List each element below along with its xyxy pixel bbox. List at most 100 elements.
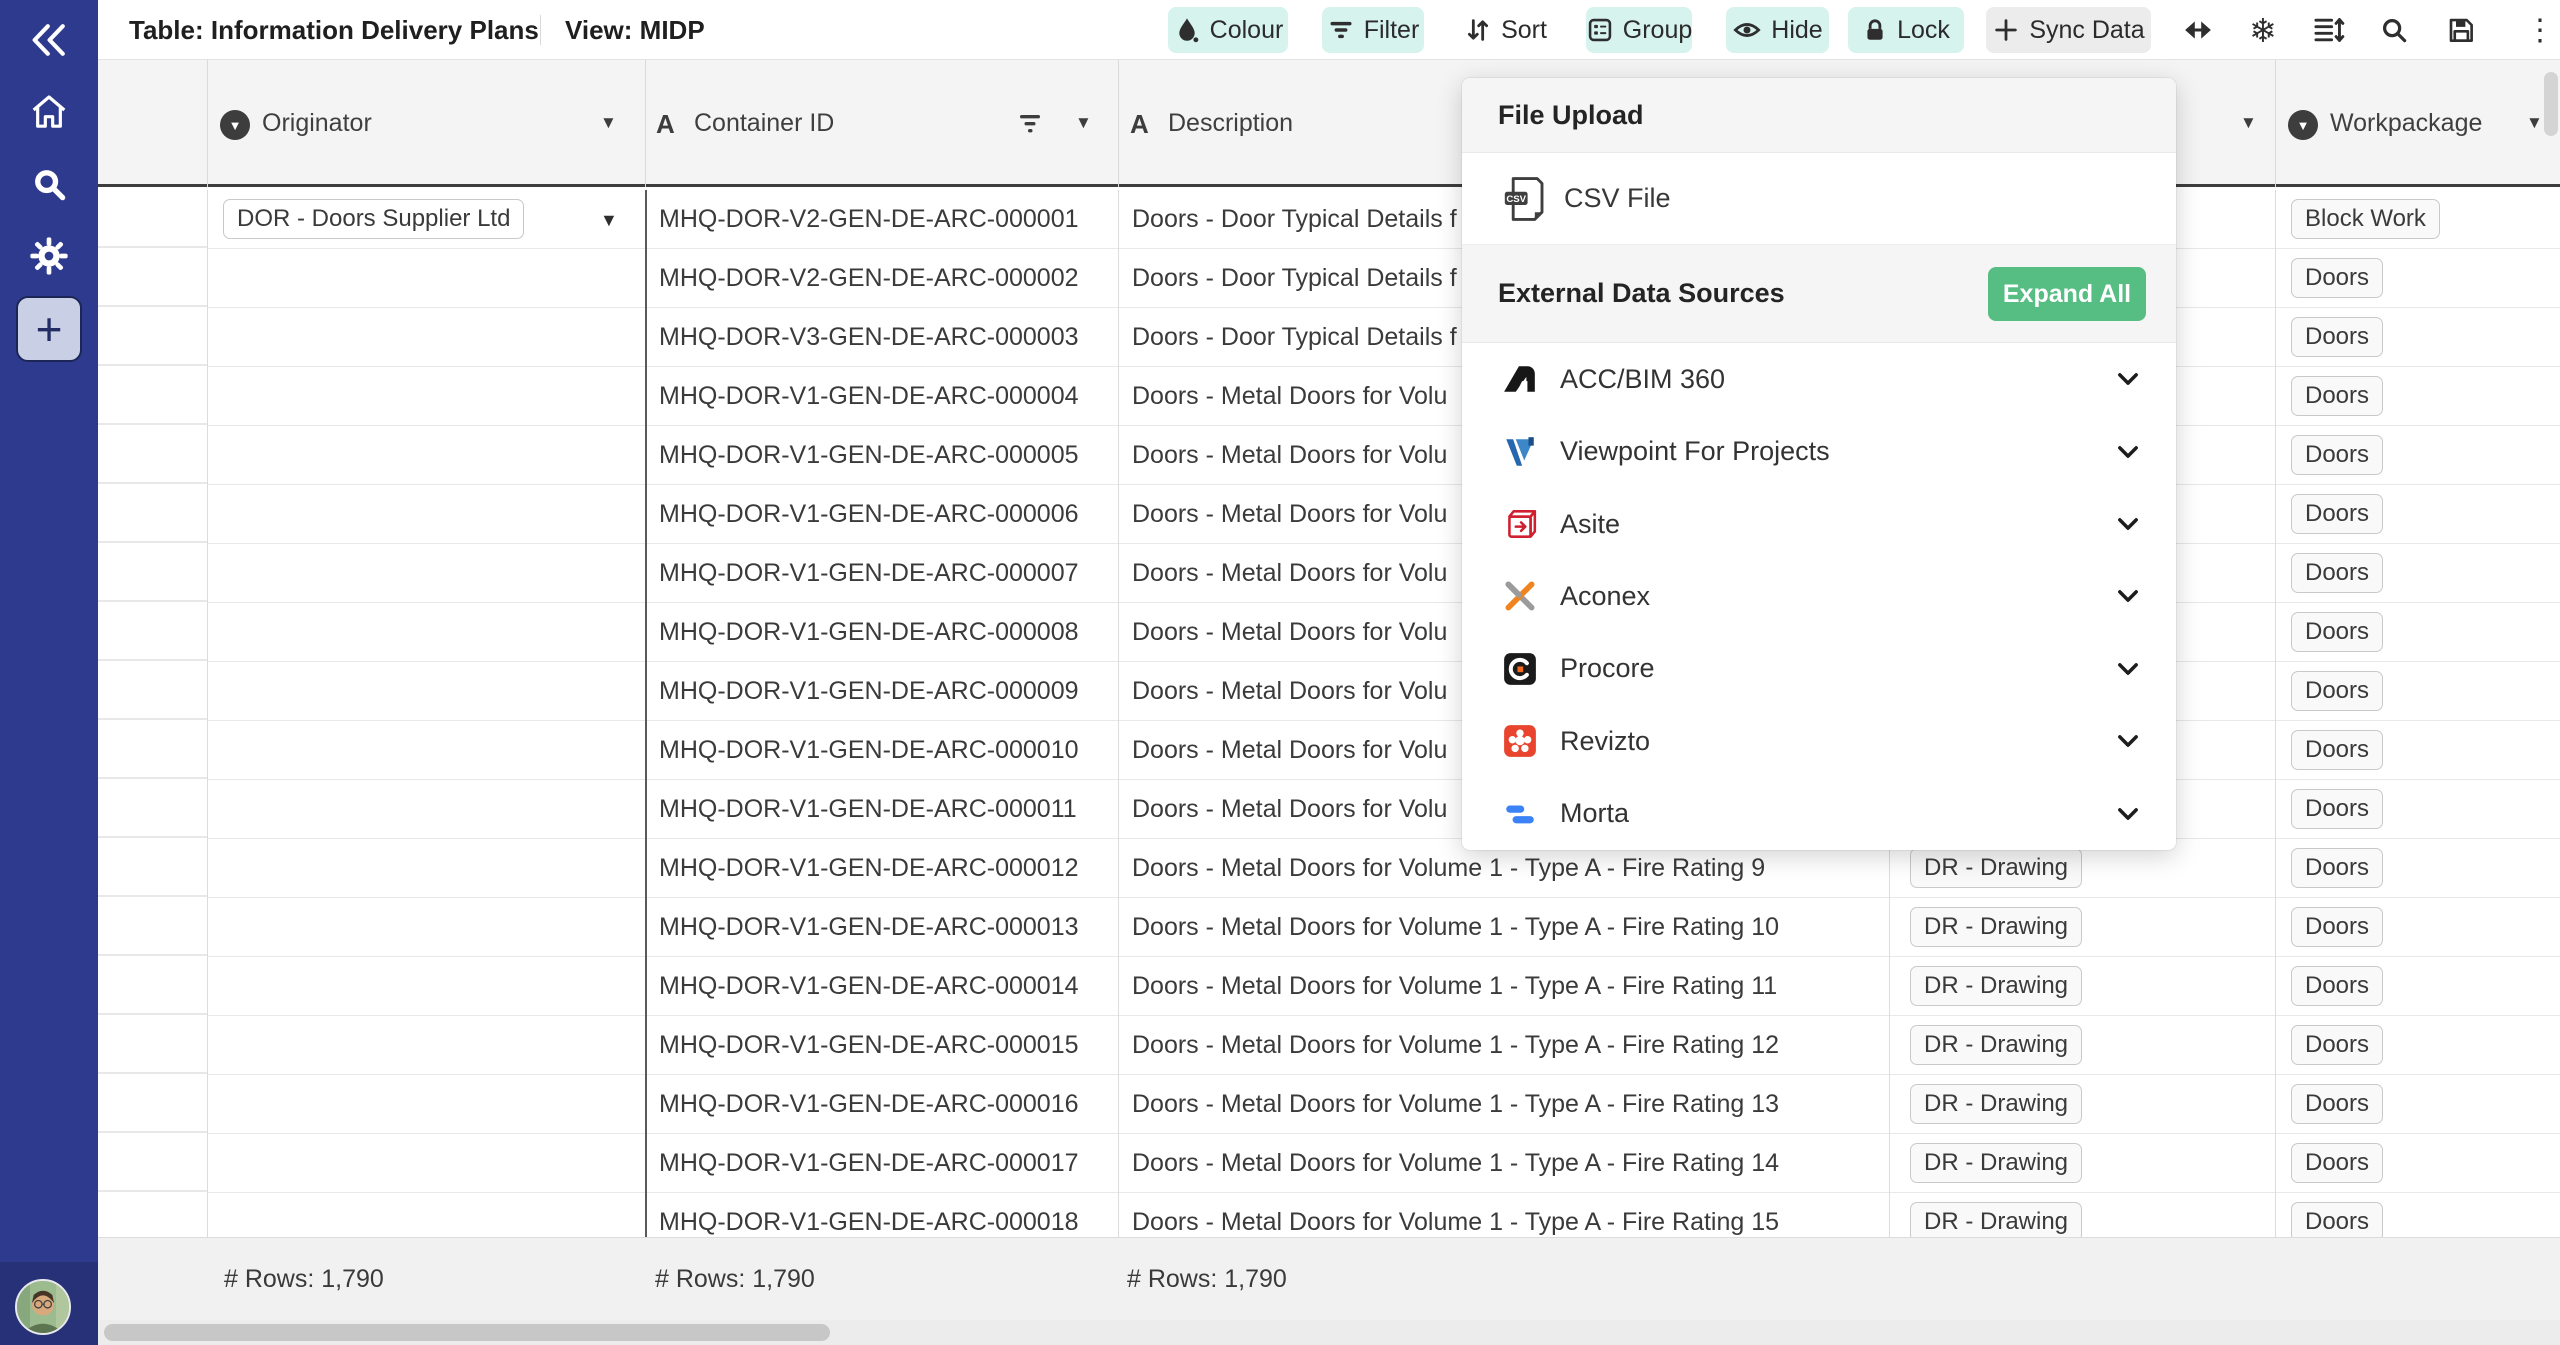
row-height-icon[interactable] (2307, 10, 2351, 50)
description-cell[interactable]: Doors - Metal Doors for Volume 1 - Type … (1132, 1134, 1779, 1192)
description-cell[interactable]: Doors - Metal Doors for Volume 1 - Type … (1132, 1016, 1779, 1074)
column-menu-caret-icon[interactable]: ▼ (2240, 113, 2257, 133)
chevron-down-icon[interactable] (2114, 727, 2142, 755)
cell-dropdown-caret-icon[interactable]: ▼ (600, 210, 618, 231)
horizontal-scrollbar[interactable] (98, 1320, 2560, 1345)
source-item-procore[interactable]: Procore (1462, 633, 2176, 705)
search-icon[interactable] (2372, 10, 2416, 50)
container-id-cell[interactable]: MHQ-DOR-V1-GEN-DE-ARC-000010 (659, 721, 1079, 779)
type-chip[interactable]: DR - Drawing (1910, 848, 2082, 888)
description-cell[interactable]: Doors - Door Typical Details f (1132, 249, 1457, 307)
container-id-cell[interactable]: MHQ-DOR-V1-GEN-DE-ARC-000016 (659, 1075, 1079, 1133)
column-menu-caret-icon[interactable]: ▼ (600, 113, 617, 133)
type-chip[interactable]: DR - Drawing (1910, 1025, 2082, 1065)
source-item-viewpoint-for-projects[interactable]: Viewpoint For Projects (1462, 415, 2176, 487)
table-row[interactable]: MHQ-DOR-V1-GEN-DE-ARC-000018Doors - Meta… (207, 1193, 2560, 1237)
description-cell[interactable]: Doors - Door Typical Details f (1132, 308, 1457, 366)
table-row[interactable]: MHQ-DOR-V1-GEN-DE-ARC-000005Doors - Meta… (207, 426, 2560, 485)
table-row[interactable]: MHQ-DOR-V1-GEN-DE-ARC-000009Doors - Meta… (207, 662, 2560, 721)
source-item-acc-bim-360[interactable]: ACC/BIM 360 (1462, 343, 2176, 415)
table-row[interactable]: MHQ-DOR-V1-GEN-DE-ARC-000016Doors - Meta… (207, 1075, 2560, 1134)
workpackage-chip[interactable]: Doors (2291, 789, 2383, 829)
save-icon[interactable] (2439, 10, 2483, 50)
chevron-down-icon[interactable] (2114, 655, 2142, 683)
colour-button[interactable]: Colour (1168, 7, 1288, 53)
sidebar-item-home[interactable] (0, 80, 98, 144)
description-cell[interactable]: Doors - Metal Doors for Volu (1132, 367, 1447, 425)
description-cell[interactable]: Doors - Metal Doors for Volu (1132, 485, 1447, 543)
sidebar-item-collapse-sidebar[interactable] (0, 8, 98, 72)
table-row[interactable]: MHQ-DOR-V1-GEN-DE-ARC-000004 Doors - Meta… (207, 367, 2560, 426)
workpackage-chip[interactable]: Doors (2291, 317, 2383, 357)
table-row[interactable]: MHQ-DOR-V1-GEN-DE-ARC-000010Doors - Meta… (207, 721, 2560, 780)
chevron-down-icon[interactable] (2114, 800, 2142, 828)
workpackage-chip[interactable]: Doors (2291, 435, 2383, 475)
type-chip[interactable]: DR - Drawing (1910, 1202, 2082, 1237)
chevron-down-icon[interactable] (2114, 365, 2142, 393)
table-row[interactable]: MHQ-DOR-V1-GEN-DE-ARC-000017 Doors - Meta… (207, 1134, 2560, 1193)
sidebar-item-search[interactable] (0, 152, 98, 216)
container-id-cell[interactable]: MHQ-DOR-V1-GEN-DE-ARC-000009 (659, 662, 1079, 720)
container-id-cell[interactable]: MHQ-DOR-V1-GEN-DE-ARC-000011 (659, 780, 1077, 838)
expand-horizontal-icon[interactable] (2176, 10, 2220, 50)
table-row[interactable]: MHQ-DOR-V1-GEN-DE-ARC-000006Doors - Meta… (207, 485, 2560, 544)
workpackage-chip[interactable]: Doors (2291, 1084, 2383, 1124)
description-cell[interactable]: Doors - Door Typical Details f (1132, 190, 1457, 248)
container-id-cell[interactable]: MHQ-DOR-V1-GEN-DE-ARC-000007 (659, 544, 1079, 602)
workpackage-chip[interactable]: Doors (2291, 671, 2383, 711)
column-menu-caret-icon[interactable]: ▼ (1075, 113, 1092, 133)
add-table-button[interactable]: + (16, 296, 82, 362)
table-row[interactable]: MHQ-DOR-V3-GEN-DE-ARC-000003Doors - Door… (207, 308, 2560, 367)
container-id-cell[interactable]: MHQ-DOR-V1-GEN-DE-ARC-000014 (659, 957, 1079, 1015)
sync-data-button[interactable]: Sync Data (1986, 7, 2151, 53)
lock-button[interactable]: Lock (1848, 7, 1964, 53)
workpackage-chip[interactable]: Doors (2291, 612, 2383, 652)
filter-applied-icon[interactable] (1018, 112, 1044, 141)
container-id-cell[interactable]: MHQ-DOR-V2-GEN-DE-ARC-000001 (659, 190, 1079, 248)
description-cell[interactable]: Doors - Metal Doors for Volume 1 - Type … (1132, 898, 1779, 956)
description-cell[interactable]: Doors - Metal Doors for Volume 1 - Type … (1132, 957, 1777, 1015)
container-id-cell[interactable]: MHQ-DOR-V1-GEN-DE-ARC-000004 (659, 367, 1079, 425)
description-cell[interactable]: Doors - Metal Doors for Volume 1 - Type … (1132, 1193, 1779, 1237)
table-row[interactable]: MHQ-DOR-V1-GEN-DE-ARC-000013Doors - Meta… (207, 898, 2560, 957)
column-header-workpackage[interactable]: Workpackage (2330, 60, 2482, 187)
expand-all-button[interactable]: Expand All (1988, 267, 2146, 321)
workpackage-chip[interactable]: Doors (2291, 376, 2383, 416)
type-chip[interactable]: DR - Drawing (1910, 1084, 2082, 1124)
source-item-aconex[interactable]: Aconex (1462, 560, 2176, 632)
workpackage-chip[interactable]: Doors (2291, 730, 2383, 770)
table-row[interactable]: MHQ-DOR-V1-GEN-DE-ARC-000011Doors - Meta… (207, 780, 2560, 839)
workpackage-chip[interactable]: Doors (2291, 1202, 2383, 1237)
horizontal-scrollbar-thumb[interactable] (104, 1324, 830, 1341)
freeze-icon[interactable]: ❄ (2241, 10, 2285, 50)
column-menu-caret-icon[interactable]: ▼ (2526, 113, 2543, 133)
source-item-morta[interactable]: Morta (1462, 778, 2176, 850)
workpackage-chip[interactable]: Doors (2291, 966, 2383, 1006)
container-id-cell[interactable]: MHQ-DOR-V1-GEN-DE-ARC-000012 (659, 839, 1079, 897)
table-row[interactable]: MHQ-DOR-V2-GEN-DE-ARC-000002 Doors - Door… (207, 249, 2560, 308)
avatar[interactable] (15, 1279, 71, 1335)
workpackage-chip[interactable]: Doors (2291, 1025, 2383, 1065)
table-row[interactable]: MHQ-DOR-V1-GEN-DE-ARC-000014 Doors - Meta… (207, 957, 2560, 1016)
table-row[interactable]: MHQ-DOR-V1-GEN-DE-ARC-000008Doors - Meta… (207, 603, 2560, 662)
workpackage-chip[interactable]: Block Work (2291, 199, 2440, 239)
type-chip[interactable]: DR - Drawing (1910, 907, 2082, 947)
more-menu-icon[interactable]: ⋮ (2518, 10, 2560, 50)
container-id-cell[interactable]: MHQ-DOR-V1-GEN-DE-ARC-000015 (659, 1016, 1079, 1074)
container-id-cell[interactable]: MHQ-DOR-V1-GEN-DE-ARC-000017 (659, 1134, 1079, 1192)
workpackage-chip[interactable]: Doors (2291, 848, 2383, 888)
table-row[interactable]: DOR - Doors Supplier Ltd ▼ MHQ-DOR-V2-GEN-… (207, 190, 2560, 249)
group-button[interactable]: Group (1586, 7, 1692, 53)
workpackage-chip[interactable]: Doors (2291, 907, 2383, 947)
table-row[interactable]: MHQ-DOR-V1-GEN-DE-ARC-000007Doors - Meta… (207, 544, 2560, 603)
table-row[interactable]: MHQ-DOR-V1-GEN-DE-ARC-000012Doors - Meta… (207, 839, 2560, 898)
sort-button[interactable]: Sort (1458, 7, 1553, 53)
vertical-scrollbar-thumb[interactable] (2544, 72, 2558, 136)
workpackage-chip[interactable]: Doors (2291, 494, 2383, 534)
workpackage-chip[interactable]: Doors (2291, 553, 2383, 593)
container-id-cell[interactable]: MHQ-DOR-V1-GEN-DE-ARC-000008 (659, 603, 1079, 661)
originator-chip[interactable]: DOR - Doors Supplier Ltd (223, 199, 524, 239)
container-id-cell[interactable]: MHQ-DOR-V2-GEN-DE-ARC-000002 (659, 249, 1079, 307)
column-header-container-id[interactable]: Container ID (694, 60, 834, 187)
hide-button[interactable]: Hide (1726, 7, 1829, 53)
